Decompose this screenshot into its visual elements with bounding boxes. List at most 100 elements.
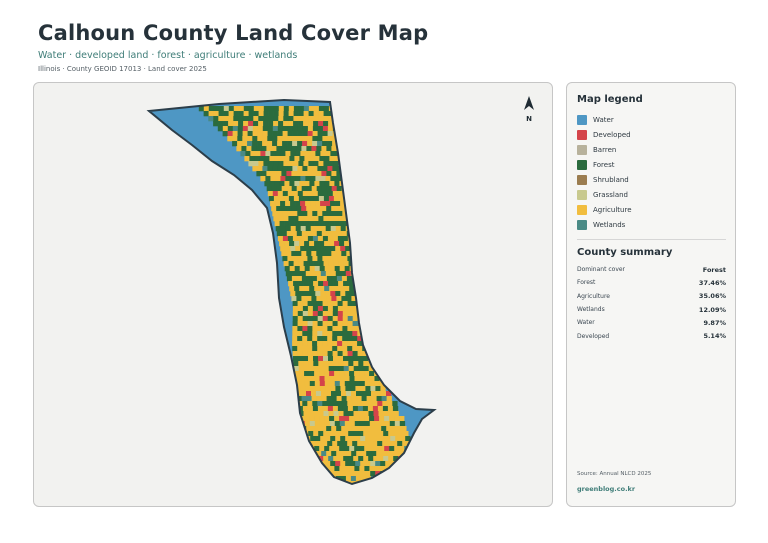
- land-cell: [276, 206, 282, 212]
- land-cell: [351, 206, 357, 212]
- land-cell: [300, 201, 306, 207]
- summary-label: Water: [577, 319, 595, 327]
- land-cell: [358, 356, 364, 362]
- land-cell: [337, 311, 344, 317]
- land-cell: [344, 421, 351, 427]
- land-cell: [299, 156, 305, 162]
- land-cell: [293, 361, 299, 367]
- land-cell: [354, 371, 360, 377]
- land-cell: [282, 191, 289, 197]
- land-cell: [270, 151, 276, 157]
- land-cell: [317, 341, 323, 347]
- land-cell: [345, 151, 351, 157]
- land-cell: [275, 226, 281, 232]
- summary-label: Agriculture: [577, 292, 610, 300]
- land-cell: [366, 451, 372, 457]
- land-cell: [357, 306, 364, 312]
- land-cell: [352, 441, 358, 447]
- land-cell: [372, 346, 378, 352]
- land-cell: [337, 126, 344, 132]
- land-cell: [364, 416, 370, 422]
- land-cell: [208, 116, 214, 122]
- land-cell: [366, 426, 372, 432]
- land-cell: [324, 421, 331, 427]
- land-cell: [323, 411, 329, 417]
- map-panel[interactable]: N: [33, 82, 553, 507]
- land-cell: [336, 481, 342, 484]
- land-cell: [312, 131, 318, 137]
- land-cell: [312, 306, 319, 312]
- land-cell: [272, 136, 278, 142]
- land-cell: [376, 391, 382, 397]
- land-cell: [322, 336, 328, 342]
- land-cell: [396, 426, 402, 432]
- land-cell: [303, 261, 309, 267]
- land-cell: [342, 331, 348, 337]
- land-cell: [318, 281, 324, 287]
- land-cell: [292, 191, 299, 197]
- land-cell: [378, 411, 384, 417]
- land-cell: [292, 211, 298, 217]
- land-cell: [369, 371, 375, 377]
- land-cell: [349, 371, 355, 377]
- land-cell: [347, 306, 354, 312]
- land-cell: [332, 336, 338, 342]
- page-subtitle: Water · developed land · forest · agricu…: [38, 50, 298, 61]
- land-cell: [297, 331, 303, 337]
- land-cell: [302, 316, 308, 322]
- land-cell: [257, 131, 263, 137]
- land-cell: [292, 351, 298, 357]
- land-cell: [317, 126, 324, 132]
- land-cell: [301, 146, 307, 152]
- land-cell: [347, 136, 353, 142]
- land-cell: [283, 121, 289, 127]
- land-cell: [332, 341, 338, 347]
- land-cell: [324, 376, 330, 382]
- land-cell: [287, 136, 293, 142]
- land-cell: [297, 141, 303, 147]
- land-cell: [321, 426, 327, 432]
- land-cell: [317, 301, 323, 307]
- land-cell: [281, 231, 288, 237]
- land-cell: [280, 151, 286, 157]
- land-cell: [317, 141, 323, 147]
- land-cell: [364, 421, 371, 427]
- land-cell: [341, 171, 347, 177]
- county-map[interactable]: [34, 83, 553, 507]
- land-cell: [308, 161, 314, 167]
- land-cell: [260, 151, 266, 157]
- land-cell: [319, 421, 326, 427]
- land-cell: [333, 356, 339, 362]
- land-cell: [310, 201, 316, 207]
- land-cell: [291, 296, 297, 302]
- land-cell: [292, 331, 298, 337]
- land-cell: [233, 116, 239, 122]
- land-cell: [273, 161, 279, 167]
- land-cell: [336, 206, 342, 212]
- land-cell: [327, 126, 334, 132]
- land-cell: [222, 126, 229, 132]
- land-cell: [344, 371, 350, 377]
- land-cell: [336, 396, 342, 402]
- land-cell: [315, 246, 321, 252]
- land-cell: [316, 231, 323, 237]
- land-cell: [348, 411, 354, 417]
- land-cell: [384, 421, 391, 427]
- land-cell: [282, 141, 288, 147]
- land-cell: [288, 281, 294, 287]
- land-cell: [334, 221, 340, 227]
- land-cell: [305, 151, 311, 157]
- land-cell: [374, 446, 380, 452]
- land-cell: [348, 456, 354, 462]
- land-cell: [300, 246, 306, 252]
- land-cell: [321, 296, 327, 302]
- site-link[interactable]: greenblog.co.kr: [577, 485, 635, 493]
- land-cell: [342, 166, 348, 172]
- land-cell: [308, 366, 314, 372]
- land-cell: [349, 466, 355, 472]
- land-cell: [354, 421, 361, 427]
- land-cell: [352, 136, 358, 142]
- land-cell: [292, 316, 298, 322]
- land-cell: [319, 466, 325, 472]
- land-cell: [307, 336, 313, 342]
